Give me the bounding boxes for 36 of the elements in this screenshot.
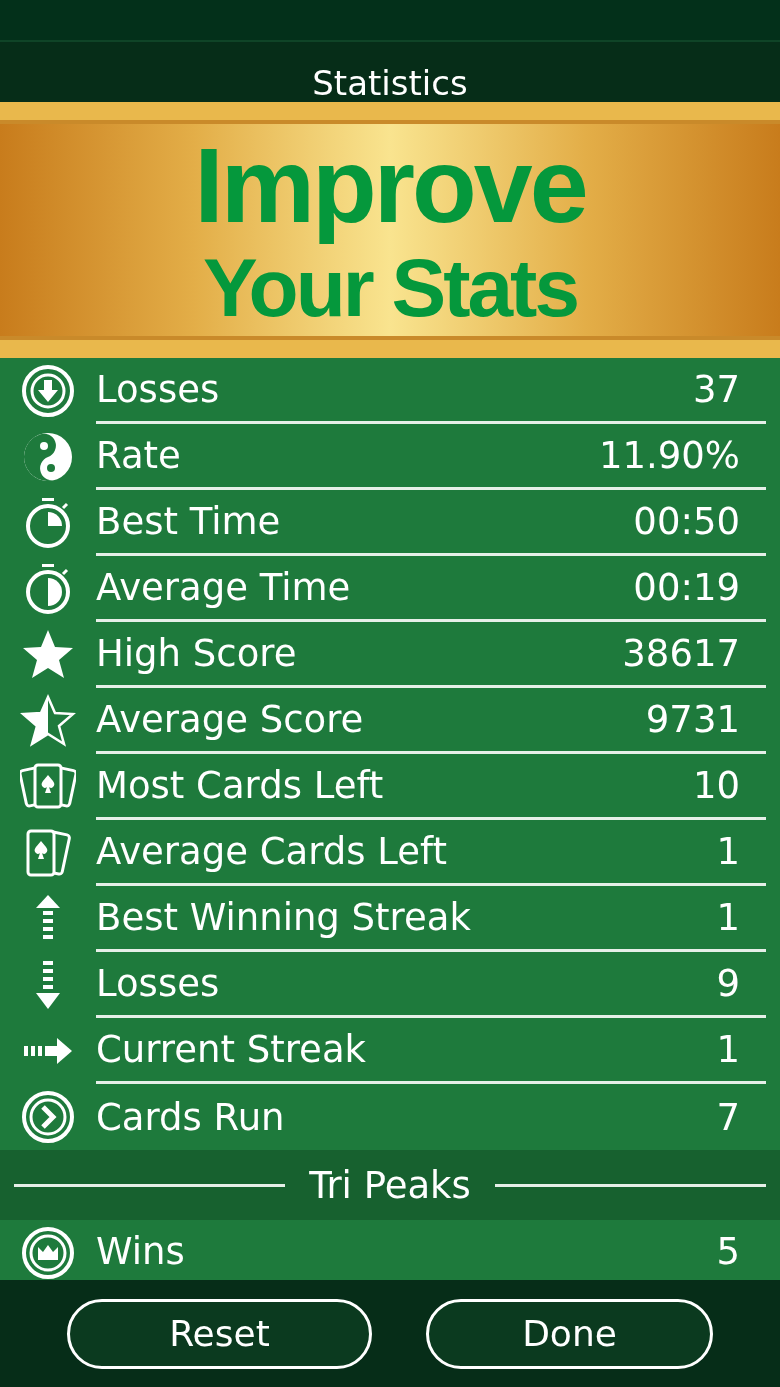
half-star-icon [20, 693, 76, 749]
stat-label: Best Winning Streak [96, 896, 472, 939]
banner-headline: Your Stats [203, 243, 577, 334]
section-title: Tri Peaks [309, 1163, 471, 1207]
banner-headline: Improve [193, 126, 587, 244]
down-arrow-circle-icon [20, 363, 76, 419]
stat-label: Wins [96, 1230, 186, 1273]
stat-label: Average Score [96, 698, 365, 741]
done-button[interactable]: Done [426, 1298, 713, 1369]
stat-label: Losses [96, 962, 221, 1005]
stat-label: Best Time [96, 500, 282, 543]
stat-value: 1 [716, 830, 740, 873]
stat-value: 00:19 [633, 566, 740, 609]
stat-value: 11.90% [598, 434, 740, 477]
stat-value: 9731 [645, 698, 740, 741]
stat-value: 00:50 [633, 500, 740, 543]
stat-label: Most Cards Left [96, 764, 385, 807]
stat-value: 9 [716, 962, 740, 1005]
stat-label: Average Cards Left [96, 830, 448, 873]
screen-title: Statistics [312, 66, 468, 100]
stat-label: Average Time [96, 566, 352, 609]
stat-label: Rate [96, 434, 182, 477]
crown-circle-icon [20, 1225, 76, 1281]
stat-label: Losses [96, 368, 221, 411]
stat-label: High Score [96, 632, 298, 675]
stat-value: 1 [716, 1028, 740, 1071]
stat-label: Cards Run [96, 1095, 286, 1139]
stat-value: 7 [716, 1095, 740, 1139]
stat-value: 1 [716, 896, 740, 939]
chevron-circle-icon [20, 1089, 76, 1145]
stat-value: 10 [692, 764, 740, 807]
stat-value: 5 [716, 1230, 740, 1273]
stat-value: 37 [692, 368, 740, 411]
reset-button[interactable]: Reset [67, 1298, 372, 1369]
stat-label: Current Streak [96, 1028, 367, 1071]
stat-value: 38617 [622, 632, 740, 675]
